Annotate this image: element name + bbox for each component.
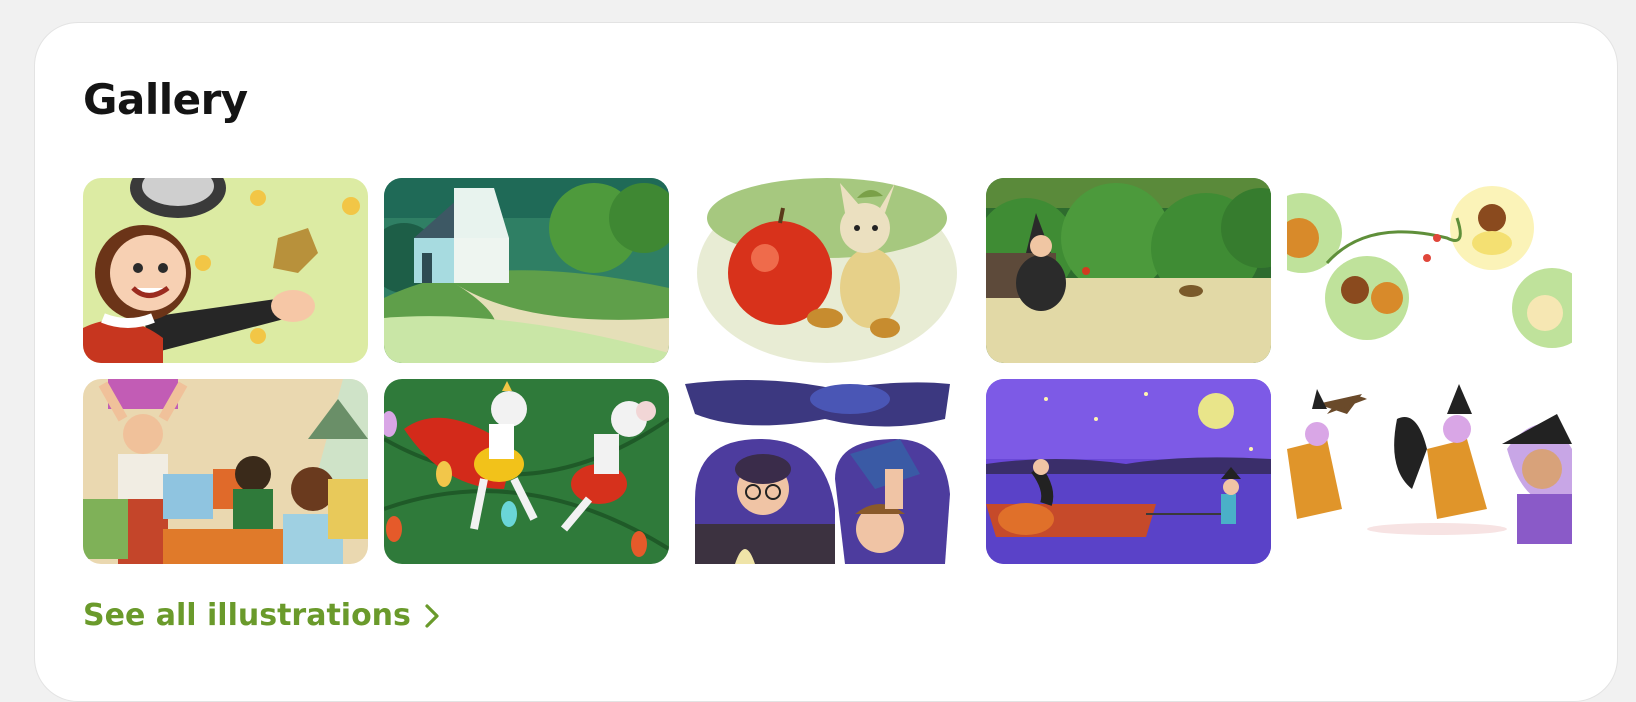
illustration-image — [1287, 178, 1572, 363]
gallery-thumbnail[interactable] — [1287, 178, 1572, 363]
gallery-thumbnail[interactable] — [384, 379, 669, 564]
gallery-thumbnail[interactable] — [1287, 379, 1572, 564]
illustration-image — [685, 178, 970, 363]
gallery-thumbnail[interactable] — [83, 178, 368, 363]
illustration-image — [986, 178, 1271, 363]
gallery-thumbnail[interactable] — [384, 178, 669, 363]
gallery-card: Gallery See all illustrations — [34, 22, 1618, 702]
gallery-thumbnail[interactable] — [83, 379, 368, 564]
illustration-image — [384, 178, 669, 363]
gallery-thumbnail[interactable] — [685, 379, 970, 564]
illustration-image — [685, 379, 970, 564]
gallery-thumbnail[interactable] — [986, 178, 1271, 363]
gallery-title: Gallery — [83, 75, 248, 124]
gallery-grid — [83, 178, 1573, 564]
gallery-thumbnail[interactable] — [685, 178, 970, 363]
illustration-image — [83, 178, 368, 363]
chevron-right-icon — [425, 603, 439, 628]
illustration-image — [384, 379, 669, 564]
illustration-image — [986, 379, 1271, 564]
see-all-label: See all illustrations — [83, 598, 411, 633]
illustration-image — [83, 379, 368, 564]
gallery-thumbnail[interactable] — [986, 379, 1271, 564]
see-all-illustrations-link[interactable]: See all illustrations — [83, 598, 443, 633]
illustration-image — [1287, 379, 1572, 564]
